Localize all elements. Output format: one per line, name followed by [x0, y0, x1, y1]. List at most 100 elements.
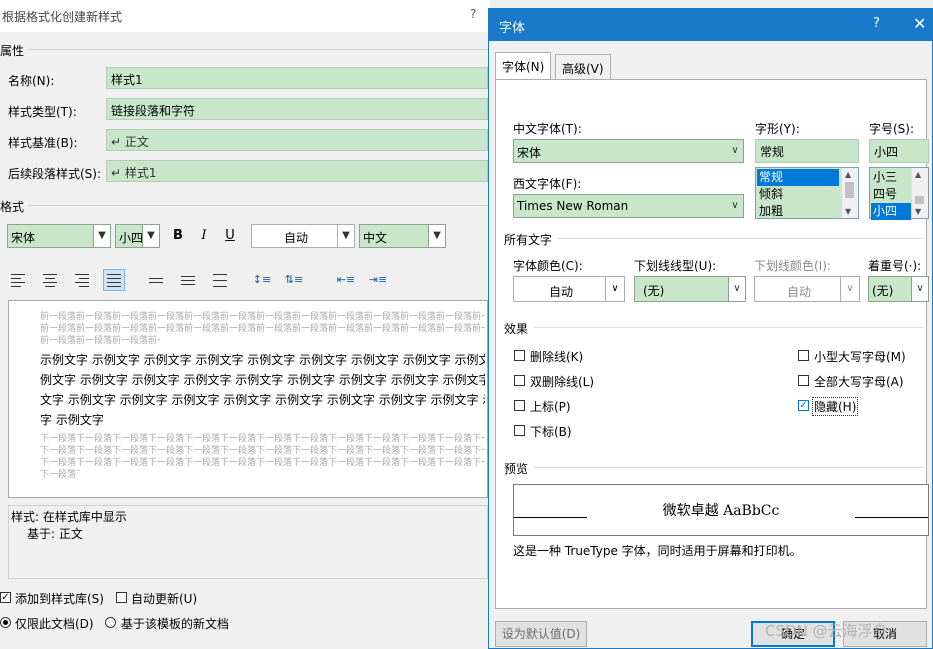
font-color-select[interactable]: 自动 ∨	[513, 276, 625, 302]
chevron-down-icon: ∨	[911, 277, 928, 301]
prev-paragraph-line: 前一段落前一段落前一段落前一段落前一段落前一段落前一段落前一段落前一段落前一段落…	[40, 336, 160, 346]
list-item[interactable]: 加粗	[757, 203, 783, 220]
cn-font-label: 中文字体(T):	[513, 122, 582, 136]
scrollbar[interactable]: ▲ ▼	[841, 168, 858, 218]
help-button[interactable]: ?	[470, 7, 476, 21]
bold-button[interactable]: B	[168, 226, 188, 246]
chevron-down-icon: ▼	[93, 225, 110, 247]
sample-text-line: 例文字 示例文字 示例文字 示例文字 示例文字 示例文字 示例文字 示例文字 示…	[40, 373, 485, 387]
font-style-list[interactable]: 常规 倾斜 加粗 ▲ ▼	[755, 167, 859, 219]
based-on-select[interactable]: ↵ 正文	[106, 129, 488, 151]
sample-text-line: 字 示例文字	[40, 413, 104, 427]
list-item[interactable]: 常规	[757, 169, 839, 186]
onehalf-spacing-icon[interactable]	[178, 270, 198, 290]
prev-paragraph-line: 前一段落前一段落前一段落前一段落前一段落前一段落前一段落前一段落前一段落前一段落…	[40, 312, 485, 322]
language-select[interactable]: 中文 ▼	[359, 224, 446, 248]
font-name-select[interactable]: 宋体 ▼	[7, 224, 111, 248]
scroll-down-icon[interactable]: ▼	[915, 207, 921, 216]
next-paragraph-line: 下一段落下一段落下一段落下一段落下一段落下一段落下一段落下一段落下一段落下一段落…	[40, 434, 485, 444]
truetype-note: 这是一种 TrueType 字体，同时适用于屏幕和打印机。	[513, 544, 802, 558]
hidden-checkbox[interactable]: ✓	[798, 400, 809, 411]
chevron-down-icon: ∨	[605, 277, 624, 301]
double-spacing-icon[interactable]	[210, 270, 230, 290]
style-type-select[interactable]: 链接段落和字符	[106, 98, 488, 120]
list-item[interactable]: 小三	[871, 169, 897, 186]
tab-advanced[interactable]: 高级(V)	[555, 54, 611, 80]
font-preview-box: 微软卓越 AaBbCc	[513, 484, 929, 536]
effects-label: 效果	[504, 322, 529, 336]
increase-indent-icon[interactable]: ⇥≡	[368, 270, 388, 290]
align-right-icon[interactable]	[72, 270, 92, 290]
scrollbar[interactable]: ▲ ▼	[911, 168, 928, 218]
emphasis-label: 着重号(·):	[868, 259, 922, 273]
chevron-down-icon: ∨	[840, 277, 859, 301]
sample-text-line: 示例文字 示例文字 示例文字 示例文字 示例文字 示例文字 示例文字 示例文字 …	[40, 353, 485, 367]
sample-text-line: 文字 示例文字 示例文字 示例文字 示例文字 示例文字 示例文字 示例文字 示例…	[40, 393, 485, 407]
align-left-icon[interactable]	[8, 270, 28, 290]
font-style-label: 字形(Y):	[755, 122, 800, 136]
font-color-select[interactable]: 自动 ▼	[251, 224, 355, 248]
name-label: 名称(N):	[8, 74, 55, 88]
underline-style-select[interactable]: (无) ∨	[634, 276, 746, 302]
emphasis-select[interactable]: (无) ∨	[868, 276, 929, 302]
cn-font-select[interactable]: 宋体 ∨	[513, 139, 744, 163]
style-type-label: 样式类型(T):	[8, 105, 77, 119]
add-to-gallery-label: 添加到样式库(S)	[15, 592, 104, 606]
font-color-label: 字体颜色(C):	[513, 259, 583, 273]
double-strikethrough-label: 双删除线(L)	[530, 375, 595, 389]
font-size-list[interactable]: 小三 四号 小四 ▲ ▼	[869, 167, 929, 220]
double-strikethrough-checkbox[interactable]	[514, 375, 525, 386]
scroll-up-icon[interactable]: ▲	[845, 170, 851, 179]
font-size-select[interactable]: 小四 ▼	[115, 224, 160, 248]
list-item[interactable]: 小四	[871, 203, 911, 220]
underline-style-label: 下划线线型(U):	[634, 259, 717, 273]
single-spacing-icon[interactable]	[146, 270, 166, 290]
name-field[interactable]: 样式1	[106, 67, 488, 89]
font-size-input[interactable]: 小四	[869, 139, 929, 163]
next-style-select[interactable]: ↵ 样式1	[106, 160, 488, 182]
scroll-up-icon[interactable]: ▲	[915, 170, 921, 179]
all-caps-checkbox[interactable]	[798, 375, 809, 386]
all-text-label: 所有文字	[504, 233, 553, 247]
set-default-button[interactable]: 设为默认值(D)	[495, 621, 587, 647]
next-paragraph-line: 下一段落下一段落下一段落下一段落下一段落下一段落下一段落下一段落下一段落下一段落…	[40, 458, 485, 468]
align-justify-icon[interactable]	[103, 269, 125, 291]
western-font-select[interactable]: Times New Roman ∨	[513, 194, 744, 218]
style-preview: 前一段落前一段落前一段落前一段落前一段落前一段落前一段落前一段落前一段落前一段落…	[8, 300, 488, 498]
subscript-label: 下标(B)	[530, 425, 572, 439]
italic-button[interactable]: I	[194, 226, 214, 246]
chevron-down-icon: ∨	[728, 277, 745, 301]
subscript-checkbox[interactable]	[514, 425, 525, 436]
list-item[interactable]: 倾斜	[757, 186, 783, 203]
preview-label: 预览	[504, 462, 529, 476]
increase-para-spacing-icon[interactable]: ↕≡	[252, 270, 272, 290]
add-to-gallery-checkbox[interactable]: ✓	[0, 592, 11, 603]
superscript-checkbox[interactable]	[514, 400, 525, 411]
decrease-indent-icon[interactable]: ⇤≡	[336, 270, 356, 290]
list-item[interactable]: 四号	[871, 186, 897, 203]
close-icon[interactable]: ✕	[913, 14, 926, 33]
auto-update-checkbox[interactable]	[116, 592, 127, 603]
align-center-icon[interactable]	[40, 270, 60, 290]
only-this-doc-radio[interactable]	[0, 617, 11, 628]
strikethrough-checkbox[interactable]	[514, 350, 525, 361]
chevron-down-icon: ∨	[727, 195, 743, 217]
small-caps-checkbox[interactable]	[798, 350, 809, 361]
font-style-input[interactable]: 常规	[755, 139, 859, 163]
tab-font[interactable]: 字体(N)	[495, 52, 552, 80]
properties-section-label: 属性	[0, 44, 25, 58]
decrease-para-spacing-icon[interactable]: ⇅≡	[284, 270, 304, 290]
underline-button[interactable]: U	[220, 226, 240, 246]
font-size-label: 字号(S):	[869, 122, 915, 136]
western-font-label: 西文字体(F):	[513, 177, 582, 191]
underline-color-select[interactable]: 自动 ∨	[754, 276, 860, 302]
underline-color-label: 下划线颜色(I):	[754, 259, 831, 273]
next-style-label: 后续段落样式(S):	[8, 167, 102, 181]
help-button[interactable]: ?	[873, 16, 880, 31]
prev-paragraph-line: 前一段落前一段落前一段落前一段落前一段落前一段落前一段落前一段落前一段落前一段落…	[40, 324, 485, 334]
create-style-titlebar: 根据格式化创建新样式 ?	[0, 0, 490, 32]
scroll-down-icon[interactable]: ▼	[845, 207, 851, 216]
new-docs-template-radio[interactable]	[105, 617, 116, 628]
desc-line: 样式: 在样式库中显示	[11, 510, 127, 524]
superscript-label: 上标(P)	[530, 400, 571, 414]
